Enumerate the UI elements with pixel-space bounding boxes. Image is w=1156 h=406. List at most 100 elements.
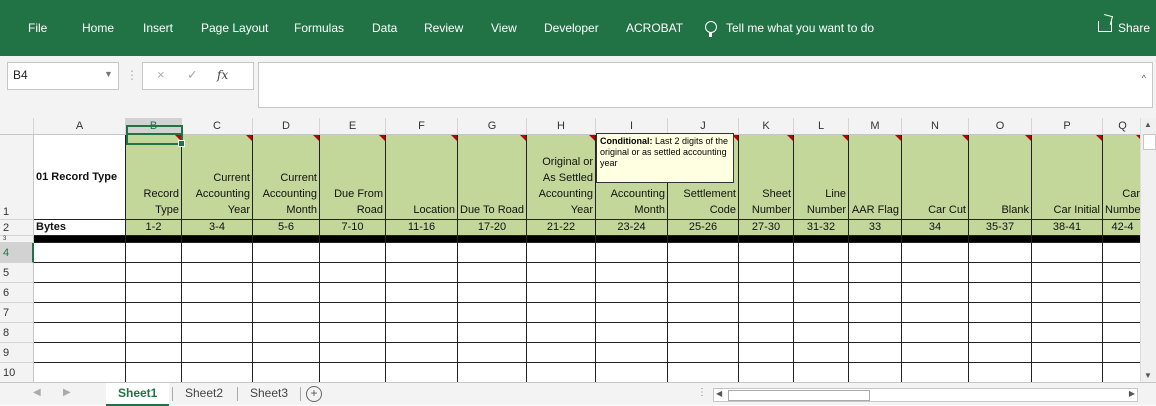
- grid-cell[interactable]: [320, 283, 386, 303]
- menu-formulas[interactable]: Formulas: [294, 0, 344, 56]
- byte-range-cell[interactable]: 38-41: [1032, 220, 1103, 236]
- grid-cell[interactable]: [794, 283, 849, 303]
- grid-cell[interactable]: [596, 343, 668, 363]
- byte-range-cell[interactable]: 35-37: [969, 220, 1032, 236]
- grid-cell[interactable]: [182, 343, 253, 363]
- grid-cell[interactable]: [902, 303, 969, 323]
- grid-cell[interactable]: [527, 263, 596, 283]
- grid-cell[interactable]: [320, 323, 386, 343]
- grid-cell[interactable]: [253, 303, 320, 323]
- grid-cell[interactable]: [458, 303, 527, 323]
- column-header-o[interactable]: O: [969, 118, 1032, 135]
- grid-cell[interactable]: [596, 303, 668, 323]
- name-box[interactable]: B4 ▼: [7, 62, 119, 90]
- byte-range-cell[interactable]: 21-22: [527, 220, 596, 236]
- grid-cell[interactable]: [126, 263, 182, 283]
- chevron-down-icon[interactable]: ▼: [104, 69, 113, 79]
- grid-cell[interactable]: [34, 283, 126, 303]
- grid-cell[interactable]: [668, 283, 739, 303]
- grid-cell[interactable]: [668, 323, 739, 343]
- grid-cell[interactable]: [739, 283, 794, 303]
- grid-cell[interactable]: [969, 263, 1032, 283]
- byte-range-cell[interactable]: 27-30: [739, 220, 794, 236]
- grid-cell[interactable]: [902, 363, 969, 382]
- grid-cell[interactable]: [668, 363, 739, 382]
- grid-cell[interactable]: [527, 363, 596, 382]
- grid-cell[interactable]: [596, 263, 668, 283]
- byte-range-cell[interactable]: 33: [849, 220, 902, 236]
- grid-cell[interactable]: [739, 263, 794, 283]
- grid-cell[interactable]: [34, 323, 126, 343]
- grid-cell[interactable]: [849, 243, 902, 263]
- byte-range-cell[interactable]: 34: [902, 220, 969, 236]
- header-cell[interactable]: Blank: [969, 135, 1032, 220]
- grid-cell[interactable]: [1032, 263, 1103, 283]
- header-cell[interactable]: Due From Road: [320, 135, 386, 220]
- horizontal-scrollbar[interactable]: ◀ ▶: [713, 388, 1138, 402]
- grid-cell[interactable]: [320, 363, 386, 382]
- grid-cell[interactable]: [969, 283, 1032, 303]
- header-cell[interactable]: Original or As Settled Accounting Year: [527, 135, 596, 220]
- byte-range-cell[interactable]: 23-24: [596, 220, 668, 236]
- column-header-k[interactable]: K: [739, 118, 794, 135]
- grid-cell[interactable]: [902, 343, 969, 363]
- grid-cell[interactable]: [969, 323, 1032, 343]
- grid-cell[interactable]: [458, 263, 527, 283]
- grid-cell[interactable]: [34, 243, 126, 263]
- grid-cell[interactable]: [794, 243, 849, 263]
- header-cell[interactable]: Location: [386, 135, 458, 220]
- tab-sheet1[interactable]: Sheet1: [106, 383, 170, 406]
- column-header-e[interactable]: E: [320, 118, 386, 135]
- menu-acrobat[interactable]: ACROBAT: [626, 0, 683, 56]
- grid-cell[interactable]: [458, 243, 527, 263]
- byte-range-cell[interactable]: 42-4: [1103, 220, 1143, 236]
- grid-cell[interactable]: [386, 243, 458, 263]
- row-header-4[interactable]: 4: [0, 243, 34, 263]
- record-type-title[interactable]: 01 Record Type: [34, 135, 126, 220]
- column-header-a[interactable]: A: [34, 118, 126, 135]
- grid-cell[interactable]: [182, 303, 253, 323]
- grid-cell[interactable]: [126, 303, 182, 323]
- tab-split-grip[interactable]: ⋮: [697, 387, 707, 398]
- grid-cell[interactable]: [849, 363, 902, 382]
- grid-cell[interactable]: [386, 303, 458, 323]
- row-header-1[interactable]: 1: [0, 135, 34, 220]
- grid-cell[interactable]: [969, 343, 1032, 363]
- grid-cell[interactable]: [253, 243, 320, 263]
- column-header-h[interactable]: H: [527, 118, 596, 135]
- byte-range-cell[interactable]: 11-16: [386, 220, 458, 236]
- grid-cell[interactable]: [386, 323, 458, 343]
- grid-cell[interactable]: [253, 323, 320, 343]
- grid-cell[interactable]: [1103, 263, 1143, 283]
- grid-cell[interactable]: [182, 323, 253, 343]
- grid-cell[interactable]: [969, 363, 1032, 382]
- column-header-d[interactable]: D: [253, 118, 320, 135]
- grid-cell[interactable]: [969, 243, 1032, 263]
- grid-cell[interactable]: [320, 303, 386, 323]
- cancel-icon[interactable]: ×: [157, 67, 165, 82]
- column-header-q[interactable]: Q: [1103, 118, 1143, 135]
- menu-data[interactable]: Data: [372, 0, 397, 56]
- scroll-left-icon[interactable]: ◀: [716, 389, 722, 398]
- byte-range-cell[interactable]: 25-26: [668, 220, 739, 236]
- grid-cell[interactable]: [1103, 283, 1143, 303]
- byte-range-cell[interactable]: 7-10: [320, 220, 386, 236]
- grid-cell[interactable]: [849, 343, 902, 363]
- column-header-c[interactable]: C: [182, 118, 253, 135]
- row-header-10[interactable]: 10: [0, 363, 34, 382]
- grid-cell[interactable]: [902, 263, 969, 283]
- grid-cell[interactable]: [34, 263, 126, 283]
- grid-cell[interactable]: [596, 363, 668, 382]
- grid-cell[interactable]: [253, 363, 320, 382]
- grid-cell[interactable]: [1032, 283, 1103, 303]
- header-cell[interactable]: AAR Flag: [849, 135, 902, 220]
- grid-cell[interactable]: [1032, 303, 1103, 323]
- grid-cell[interactable]: [527, 283, 596, 303]
- grid-cell[interactable]: [794, 263, 849, 283]
- grid-cell[interactable]: [902, 323, 969, 343]
- header-cell[interactable]: Car Initial: [1032, 135, 1103, 220]
- grid-cell[interactable]: [794, 323, 849, 343]
- byte-range-cell[interactable]: 1-2: [126, 220, 182, 236]
- tab-sheet3[interactable]: Sheet3: [238, 383, 300, 404]
- menu-file[interactable]: File: [28, 0, 47, 56]
